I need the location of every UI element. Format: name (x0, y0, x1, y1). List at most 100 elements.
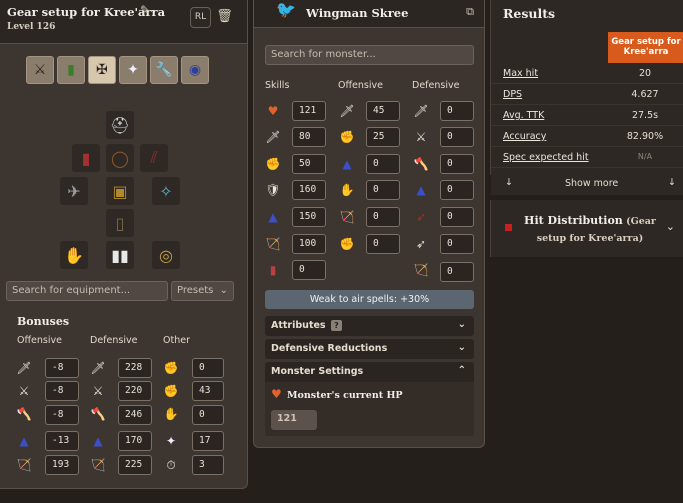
pencil-icon[interactable]: ✎ (140, 3, 150, 17)
bonus-other-value: 0 (192, 405, 224, 425)
neck-slot[interactable]: ◯ (106, 144, 134, 172)
gear-setup-panel: Gear setup for Kree'arra ✎ Level 126 RL … (0, 0, 248, 489)
stab-defence-icon: 🗡 (413, 104, 429, 118)
body-slot[interactable]: ▣ (106, 177, 134, 205)
combat-tab[interactable]: ⚔ (26, 56, 54, 84)
result-label[interactable]: DPS (503, 89, 522, 100)
result-label[interactable]: Avg. TTK (503, 110, 544, 121)
monster-defensive-value[interactable]: 0 (440, 262, 474, 282)
monster-skill-value[interactable]: 150 (292, 207, 326, 227)
monster-portrait-icon: 🐦 (276, 0, 296, 19)
slash-defence-icon: ⚔ (415, 130, 427, 144)
spellbook-tab[interactable]: ◉ (181, 56, 209, 84)
monster-skill-value[interactable]: 0 (292, 260, 326, 280)
monster-skill-value[interactable]: 160 (292, 180, 326, 200)
defensive-reductions-label: Defensive Reductions (271, 343, 388, 354)
ranged-strength-icon: ✊ (163, 384, 179, 398)
monster-offensive-value[interactable]: 0 (366, 154, 400, 174)
strength-icon: ✊ (265, 157, 281, 171)
show-more-button[interactable]: ↓ Show more ↓ (491, 173, 683, 195)
result-label[interactable]: Accuracy (503, 131, 546, 142)
hands-slot[interactable]: ✋ (60, 241, 88, 269)
stab-icon: 🗡 (16, 361, 32, 375)
result-value: 27.5s (631, 110, 659, 121)
result-label[interactable]: Spec expected hit (503, 152, 589, 163)
hit-distribution-card[interactable]: Hit Distribution (Gear setup for Kree'ar… (490, 200, 683, 257)
bonus-offensive-value: 193 (45, 455, 79, 475)
presets-dropdown[interactable]: Presets ⌄ (171, 281, 234, 301)
weakness-banner: Weak to air spells: +30% (265, 290, 474, 309)
defensive-reductions-accordion[interactable]: Defensive Reductions ⌄ (265, 339, 474, 359)
wrench-icon: 🔧 (155, 62, 173, 78)
monster-defensive-value[interactable]: 0 (440, 234, 474, 254)
result-row: Spec expected hit N/A (491, 147, 683, 168)
shield-slot[interactable]: ✧ (152, 177, 180, 205)
monster-defensive-value[interactable]: 0 (440, 207, 474, 227)
runelite-import-button[interactable]: RL (190, 7, 211, 28)
attributes-accordion[interactable]: Attributes ? ⌄ (265, 316, 474, 336)
external-link-icon[interactable]: ⧉ (466, 5, 474, 19)
monster-offensive-value[interactable]: 0 (366, 234, 400, 254)
chevron-down-icon: ⌄ (665, 220, 675, 233)
monster-skill-value[interactable]: 100 (292, 234, 326, 254)
monster-settings-label: Monster Settings (271, 366, 364, 377)
monster-offensive-value[interactable]: 25 (366, 127, 400, 147)
cape-slot[interactable]: ▮ (72, 144, 100, 172)
equipment-search-input[interactable]: Search for equipment... (6, 281, 168, 301)
heart-icon: ♥ (271, 387, 282, 401)
monster-header: 🐦 Wingman Skree ⧉ (254, 0, 484, 28)
crossed-swords-icon: ⚔ (33, 62, 47, 78)
result-value: N/A (637, 152, 653, 161)
result-value: 82.90% (626, 131, 664, 142)
monster-defensive-value[interactable]: 0 (440, 180, 474, 200)
gear-setup-header: Gear setup for Kree'arra ✎ Level 126 RL … (0, 0, 247, 44)
weapon-slot[interactable]: ✈ (60, 177, 88, 205)
monster-search-input[interactable]: Search for monster... (265, 45, 474, 65)
monster-skill-value[interactable]: 80 (292, 127, 326, 147)
prayer-tab[interactable]: ✦ (119, 56, 147, 84)
options-tab[interactable]: 🔧 (150, 56, 178, 84)
head-slot[interactable]: ⛑ (106, 111, 134, 139)
ring-slot[interactable]: ◎ (152, 241, 180, 269)
setup-column-header[interactable]: Gear setup for Kree'arra (608, 32, 683, 63)
stats-chart-icon: ▮ (67, 62, 75, 78)
red-square-icon (505, 224, 512, 231)
equipment-tab[interactable]: ✠ (88, 56, 116, 84)
monster-panel: 🐦 Wingman Skree ⧉ Search for monster... … (253, 0, 485, 448)
monster-offensive-value[interactable]: 0 (366, 207, 400, 227)
monster-defensive-value[interactable]: 0 (440, 154, 474, 174)
attack-icon: 🗡 (265, 130, 281, 144)
monster-skill-value[interactable]: 50 (292, 154, 326, 174)
current-hp-input[interactable]: 121 (271, 410, 317, 430)
bonus-other-value: 0 (192, 358, 224, 378)
hit-distribution-title: Hit Distribution (524, 214, 623, 227)
hit-distribution-heading: Hit Distribution (Gear setup for Kree'ar… (521, 212, 659, 247)
legs-slot[interactable]: ▯ (106, 209, 134, 237)
stab-defence-icon: 🗡 (90, 361, 106, 375)
magic-strength-icon: ✋ (339, 183, 355, 197)
bonus-defensive-value: 246 (118, 405, 152, 425)
bonus-defensive-value: 225 (118, 455, 152, 475)
potion-icon: ▮ (269, 263, 277, 277)
offensive-header: Offensive (338, 80, 383, 91)
monster-skill-value[interactable]: 121 (292, 101, 326, 121)
monster-defensive-value[interactable]: 0 (440, 101, 474, 121)
ranged-icon: 🏹 (265, 237, 281, 251)
attack-bonus-icon: 🗡 (339, 104, 355, 118)
help-icon[interactable]: ? (330, 320, 342, 331)
skills-tab[interactable]: ▮ (57, 56, 85, 84)
result-label[interactable]: Max hit (503, 68, 538, 79)
player-figure-icon: ✠ (96, 62, 108, 78)
trash-icon[interactable]: 🗑 (214, 7, 235, 28)
ammo-slot[interactable]: ⫽ (140, 144, 168, 172)
bonus-defensive-value: 170 (118, 431, 152, 451)
results-card: Results Gear setup for Kree'arra Max hit… (490, 0, 683, 195)
feet-slot[interactable]: ▮▮ (106, 241, 134, 269)
monster-defensive-value[interactable]: 0 (440, 127, 474, 147)
monster-settings-accordion[interactable]: Monster Settings ⌃ ♥ Monster's current H… (265, 362, 474, 436)
results-panel: Results Gear setup for Kree'arra Max hit… (490, 0, 683, 503)
chevron-down-icon: ⌄ (219, 285, 228, 296)
arrow-down-icon: ↓ (505, 177, 513, 188)
monster-offensive-value[interactable]: 45 (366, 101, 400, 121)
monster-offensive-value[interactable]: 0 (366, 180, 400, 200)
